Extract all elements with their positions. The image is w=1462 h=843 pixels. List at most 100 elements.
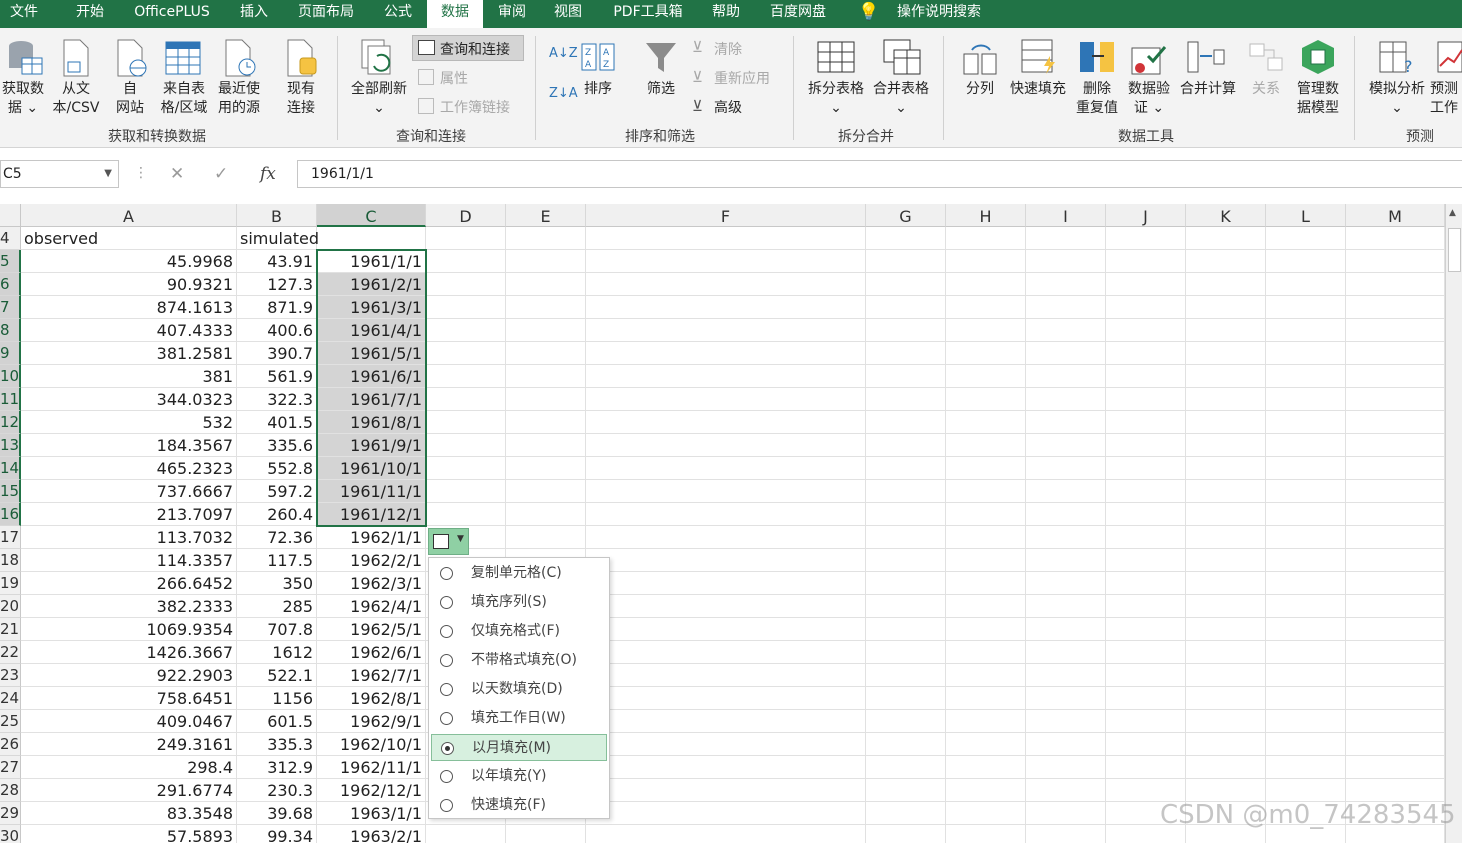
cell-j[interactable] <box>1106 250 1186 273</box>
cell-k[interactable] <box>1186 296 1266 319</box>
row-header[interactable]: 24 <box>0 687 21 710</box>
cell-h[interactable] <box>946 825 1026 843</box>
cell-l[interactable] <box>1266 503 1346 526</box>
radio-icon[interactable] <box>440 770 453 783</box>
cell-a[interactable]: 83.3548 <box>21 802 237 825</box>
from-text-csv-button[interactable]: 从文 本/CSV <box>48 80 104 118</box>
cell-c[interactable]: 1962/1/1 <box>317 526 426 549</box>
cell-f[interactable] <box>586 250 866 273</box>
cell-a[interactable]: 184.3567 <box>21 434 237 457</box>
cell-h[interactable] <box>946 503 1026 526</box>
cell-m[interactable] <box>1346 388 1445 411</box>
cell-a[interactable]: 874.1613 <box>21 296 237 319</box>
tab-insert[interactable]: 插入 <box>228 0 280 28</box>
cell-a[interactable]: 45.9968 <box>21 250 237 273</box>
cell-g[interactable] <box>866 595 946 618</box>
radio-icon[interactable] <box>440 799 453 812</box>
cell-m[interactable] <box>1346 480 1445 503</box>
cell-i[interactable] <box>1026 618 1106 641</box>
cell-c[interactable]: 1962/10/1 <box>317 733 426 756</box>
cell-b[interactable]: 552.8 <box>237 457 317 480</box>
row-header[interactable]: 6 <box>0 273 21 296</box>
row-header[interactable]: 20 <box>0 595 21 618</box>
cell-d[interactable] <box>426 319 506 342</box>
sort-az-icon[interactable]: A↓Z <box>549 46 578 61</box>
cell-c[interactable]: 1961/7/1 <box>317 388 426 411</box>
cell-g[interactable] <box>866 342 946 365</box>
radio-icon[interactable] <box>440 654 453 667</box>
advanced-button[interactable]: 高级 <box>714 97 742 117</box>
cell-k[interactable] <box>1186 779 1266 802</box>
cell-b[interactable]: 117.5 <box>237 549 317 572</box>
cell-f[interactable] <box>586 480 866 503</box>
cell-k[interactable] <box>1186 434 1266 457</box>
enter-icon[interactable]: ✓ <box>214 164 228 184</box>
tell-me-search[interactable]: 操作说明搜索 <box>886 0 992 28</box>
cell-m[interactable] <box>1346 411 1445 434</box>
cell-m[interactable] <box>1346 733 1445 756</box>
tab-page-layout[interactable]: 页面布局 <box>288 0 364 28</box>
row-header[interactable]: 5 <box>0 250 21 273</box>
cell-b[interactable]: 39.68 <box>237 802 317 825</box>
row-header[interactable]: 28 <box>0 779 21 802</box>
cell-e[interactable] <box>506 503 586 526</box>
cell-l[interactable] <box>1266 342 1346 365</box>
row-header[interactable]: 17 <box>0 526 21 549</box>
cell-j[interactable] <box>1106 296 1186 319</box>
cell-d[interactable] <box>426 388 506 411</box>
cell-g[interactable] <box>866 319 946 342</box>
cell-a[interactable]: 249.3161 <box>21 733 237 756</box>
consolidate-button[interactable]: 合并计算 <box>1176 80 1240 99</box>
cell-b[interactable]: 1612 <box>237 641 317 664</box>
cell-g[interactable] <box>866 457 946 480</box>
cell-m[interactable] <box>1346 296 1445 319</box>
cell-h[interactable] <box>946 411 1026 434</box>
cell-c[interactable]: 1962/5/1 <box>317 618 426 641</box>
refresh-all-button[interactable]: 全部刷新 ⌄ <box>346 80 412 118</box>
cell-m[interactable] <box>1346 526 1445 549</box>
cell-e[interactable] <box>506 342 586 365</box>
cell-e[interactable] <box>506 526 586 549</box>
radio-icon[interactable] <box>440 683 453 696</box>
cell-m[interactable] <box>1346 457 1445 480</box>
cell-l[interactable] <box>1266 687 1346 710</box>
row-header[interactable]: 29 <box>0 802 21 825</box>
cell-i[interactable] <box>1026 250 1106 273</box>
cell-f[interactable] <box>586 733 866 756</box>
cell-g[interactable] <box>866 733 946 756</box>
cell-b[interactable]: 260.4 <box>237 503 317 526</box>
cell-j[interactable] <box>1106 641 1186 664</box>
cell-e[interactable] <box>506 434 586 457</box>
cell-a[interactable]: 409.0467 <box>21 710 237 733</box>
cell-a[interactable]: 532 <box>21 411 237 434</box>
row-header[interactable]: 14 <box>0 457 21 480</box>
cell-b[interactable]: 401.5 <box>237 411 317 434</box>
cell-i[interactable] <box>1026 756 1106 779</box>
chevron-down-icon[interactable]: ▼ <box>104 161 112 187</box>
cell-k[interactable] <box>1186 641 1266 664</box>
cell-m[interactable] <box>1346 434 1445 457</box>
cell-l[interactable] <box>1266 641 1346 664</box>
cell-c[interactable]: 1963/2/1 <box>317 825 426 843</box>
cell-c[interactable]: 1962/7/1 <box>317 664 426 687</box>
cell-f[interactable] <box>586 779 866 802</box>
cell-j[interactable] <box>1106 572 1186 595</box>
cell-m[interactable] <box>1346 549 1445 572</box>
cell-l[interactable] <box>1266 618 1346 641</box>
cell-l[interactable] <box>1266 480 1346 503</box>
tab-pdf-toolbox[interactable]: PDF工具箱 <box>604 0 692 28</box>
radio-icon[interactable] <box>440 567 453 580</box>
cell-h[interactable] <box>946 480 1026 503</box>
from-table-button[interactable]: 来自表 格/区域 <box>156 80 212 118</box>
cell-m[interactable] <box>1346 641 1445 664</box>
recent-sources-button[interactable]: 最近使 用的源 <box>212 80 266 118</box>
cell-d[interactable] <box>426 273 506 296</box>
from-web-button[interactable]: 自网站 <box>108 80 152 118</box>
autofill-option[interactable]: 快速填充(F) <box>431 792 607 819</box>
cell-k[interactable] <box>1186 733 1266 756</box>
cell-m[interactable] <box>1346 319 1445 342</box>
sort-za-icon[interactable]: Z↓A <box>549 86 578 101</box>
radio-icon[interactable] <box>440 625 453 638</box>
cell-f[interactable] <box>586 802 866 825</box>
cell-a[interactable]: 266.6452 <box>21 572 237 595</box>
